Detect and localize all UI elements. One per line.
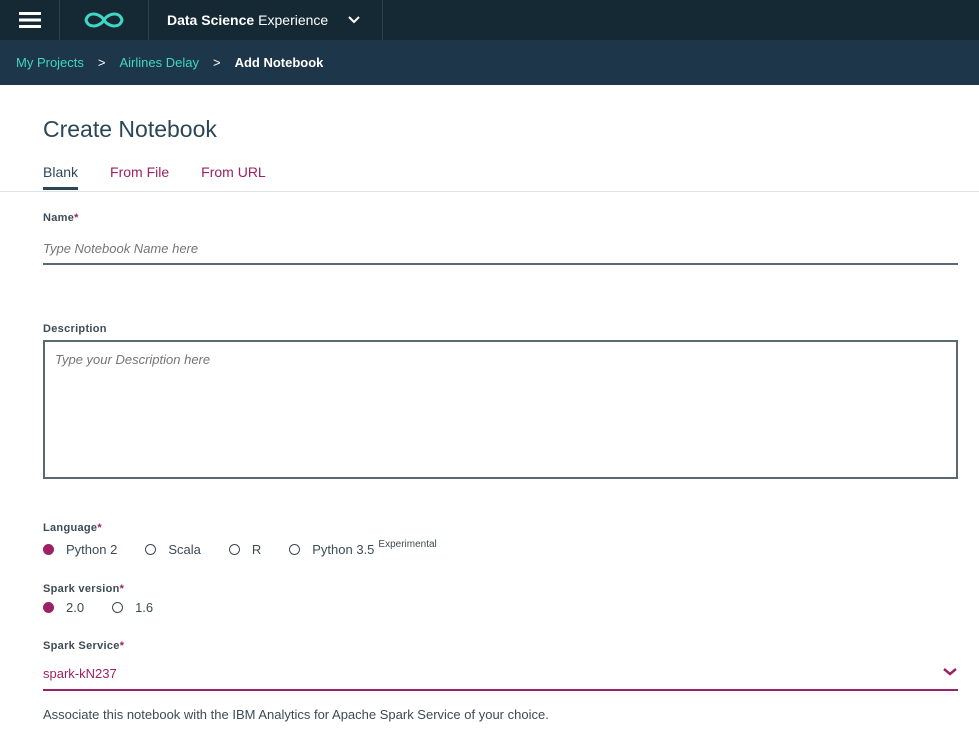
language-option-python35[interactable]: Python 3.5 Experimental [289,539,437,557]
radio-unselected-icon[interactable] [289,544,301,555]
spark-service-label: Spark Service* [43,640,124,652]
notebook-name-input[interactable] [43,233,958,265]
spark-service-value: spark-kN237 [43,665,117,681]
radio-unselected-icon[interactable] [145,544,157,555]
chevron-down-icon[interactable] [942,664,958,682]
required-marker: * [119,640,125,652]
tab-blank[interactable]: Blank [43,164,79,190]
radio-selected-icon[interactable] [43,602,54,613]
breadcrumb-my-projects[interactable]: My Projects [16,55,84,70]
description-label: Description [43,323,107,335]
spark-version-option-1-6[interactable]: 1.6 [112,600,153,615]
hamburger-menu-icon [18,12,41,28]
required-marker: * [74,212,79,224]
name-label: Name* [43,212,79,224]
description-textarea[interactable] [43,340,958,479]
spark-version-radio-group: 2.0 1.6 [43,600,181,615]
page-title: Create Notebook [43,116,217,142]
breadcrumb: My Projects > Airlines Delay > Add Noteb… [0,40,979,85]
tab-divider [0,191,979,192]
app-logo[interactable] [60,0,149,40]
radio-label: Scala [168,542,201,557]
spark-service-helper-text: Associate this notebook with the IBM Ana… [43,707,549,722]
language-option-python2[interactable]: Python 2 [43,542,117,557]
spark-service-label-text: Spark Service [43,640,120,652]
spark-version-label: Spark version* [43,583,124,595]
breadcrumb-current: Add Notebook [234,55,324,70]
product-name-rest: Experience [258,12,329,28]
product-name-bold: Data Science [167,12,255,28]
radio-unselected-icon[interactable] [228,544,240,555]
required-marker: * [97,522,102,534]
tab-from-url[interactable]: From URL [201,164,266,190]
breadcrumb-separator: > [212,55,221,70]
infinity-logo-icon [84,12,124,28]
breadcrumb-separator: > [97,55,106,70]
required-marker: * [119,583,125,595]
radio-label: 1.6 [135,600,154,615]
breadcrumb-airlines-delay[interactable]: Airlines Delay [120,55,199,70]
language-label-text: Language [43,522,98,534]
radio-label: Python 3.5 [312,542,375,557]
spark-version-label-text: Spark version [43,583,120,595]
name-label-text: Name [43,212,75,224]
radio-unselected-icon[interactable] [112,602,124,613]
hamburger-menu-button[interactable] [0,0,60,40]
radio-label: Python 2 [66,542,118,557]
language-radio-group: Python 2 Scala R Python 3.5 Experimental [43,539,465,557]
top-nav-bar: Data Science Experience [0,0,979,40]
tab-from-file[interactable]: From File [110,164,169,190]
product-switcher[interactable]: Data Science Experience [149,0,383,40]
radio-label: R [251,542,262,557]
experimental-tag: Experimental [378,539,437,550]
language-option-r[interactable]: R [228,542,262,557]
spark-version-option-2-0[interactable]: 2.0 [43,600,84,615]
spark-service-select[interactable]: spark-kN237 [43,657,958,691]
notebook-source-tabs: Blank From File From URL [43,164,298,190]
radio-selected-icon[interactable] [43,544,54,555]
language-label: Language* [43,522,102,534]
chevron-down-icon [348,16,360,24]
language-option-scala[interactable]: Scala [145,542,201,557]
radio-label: 2.0 [66,600,85,615]
